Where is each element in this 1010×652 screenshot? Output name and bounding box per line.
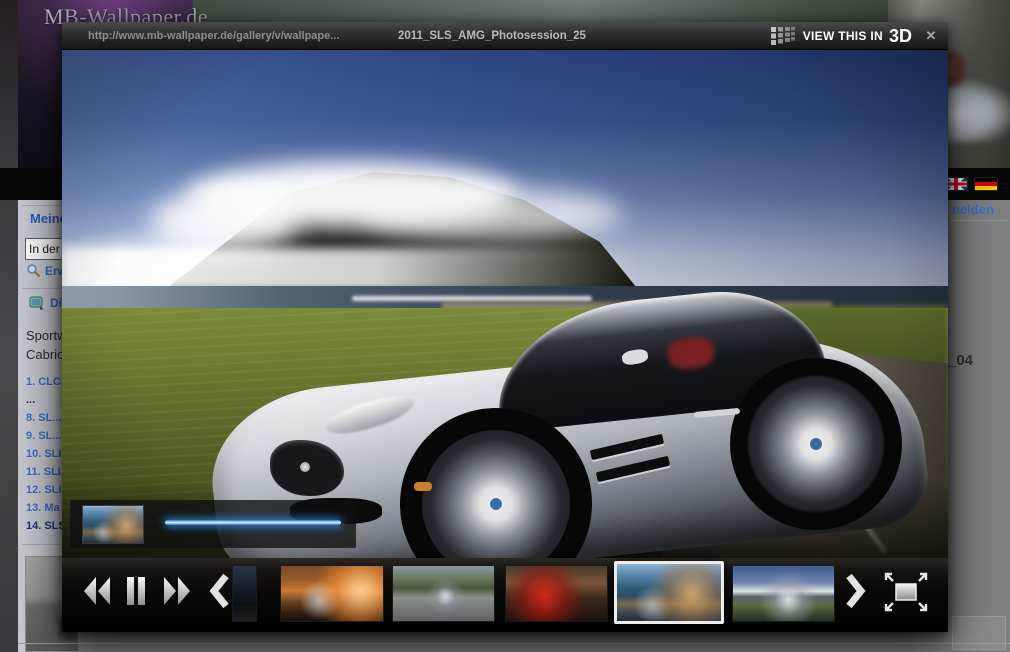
- sidebar-item-12[interactable]: 12. SLI: [26, 484, 61, 496]
- filmstrip-scroll-left-button[interactable]: [208, 572, 230, 615]
- pause-icon: [122, 574, 150, 608]
- sidebar-item-9[interactable]: 9. SL...: [26, 430, 61, 442]
- pause-button[interactable]: [122, 574, 150, 613]
- next-photo-button[interactable]: [162, 574, 192, 613]
- filmstrip-thumbnail-1[interactable]: [232, 565, 257, 622]
- divider: [950, 220, 1008, 221]
- sidebar-item-14-active[interactable]: 14. SLS: [26, 520, 66, 532]
- viewer-topbar: http://www.mb-wallpaper.de/gallery/v/wal…: [62, 22, 948, 50]
- photo-viewer-overlay: http://www.mb-wallpaper.de/gallery/v/wal…: [62, 22, 948, 632]
- photo-url: http://www.mb-wallpaper.de/gallery/v/wal…: [88, 22, 339, 50]
- advanced-search-link[interactable]: Erw: [26, 263, 67, 278]
- fullscreen-button[interactable]: [880, 570, 932, 621]
- filmstrip-thumbnail-3[interactable]: [392, 565, 495, 622]
- sidebar-item-8[interactable]: 8. SL...: [26, 412, 61, 424]
- sidebar-item-11[interactable]: 11. SLI: [26, 466, 61, 478]
- filmstrip-thumbnail-6[interactable]: [732, 565, 835, 622]
- viewer-controlbar: [62, 558, 948, 632]
- previous-photo-button[interactable]: [82, 574, 112, 613]
- fast-forward-icon: [162, 574, 192, 608]
- view-in-3d-button[interactable]: VIEW THIS IN 3D: [771, 26, 912, 47]
- login-link[interactable]: nelden: [952, 202, 994, 217]
- category-heading-line1: Sportw: [26, 328, 66, 343]
- slideshow-icon: [29, 295, 45, 311]
- filmstrip-thumbnail-4[interactable]: [505, 565, 608, 622]
- photo-title: 2011_SLS_AMG_Photosession_25: [398, 22, 586, 50]
- photo-filename-label: _04: [948, 352, 973, 369]
- page-left-edge: [0, 0, 18, 652]
- view-3d-suffix: 3D: [889, 26, 912, 47]
- loading-thumbnail: [82, 505, 144, 544]
- sidebar-item-10[interactable]: 10. SLI: [26, 448, 61, 460]
- view-3d-label: VIEW THIS IN: [803, 29, 883, 43]
- 3d-wall-grid-icon: [771, 26, 797, 46]
- photo-stage[interactable]: [62, 50, 948, 632]
- category-heading-line2: Cabrio: [26, 347, 64, 362]
- divider: [18, 643, 1010, 644]
- fullscreen-icon: [880, 570, 932, 616]
- filmstrip-thumbnail-5-selected[interactable]: [614, 561, 724, 624]
- magnifier-icon: [26, 263, 41, 278]
- rewind-icon: [82, 574, 112, 608]
- chevron-right-icon: [845, 572, 867, 610]
- close-icon[interactable]: ✕: [920, 26, 942, 46]
- loading-progress-fill: [165, 520, 341, 525]
- topbar-actions: VIEW THIS IN 3D ✕: [771, 22, 942, 50]
- loading-progress-bar: [165, 520, 341, 525]
- loading-strip: [70, 500, 356, 548]
- filmstrip-scroll-right-button[interactable]: [845, 572, 867, 615]
- right-column: nelden _04: [948, 200, 1010, 652]
- right-column-panel: [952, 616, 1006, 650]
- filmstrip-thumbnail-2[interactable]: [280, 565, 384, 622]
- chevron-left-icon: [208, 572, 230, 610]
- page: MB-Wallpaper.de : Meine Erw Dia: [0, 0, 1010, 652]
- sidebar-item-ellipsis: ...: [26, 394, 35, 406]
- german-flag-icon[interactable]: [974, 177, 998, 191]
- sidebar-item-13[interactable]: 13. Ma: [26, 502, 60, 514]
